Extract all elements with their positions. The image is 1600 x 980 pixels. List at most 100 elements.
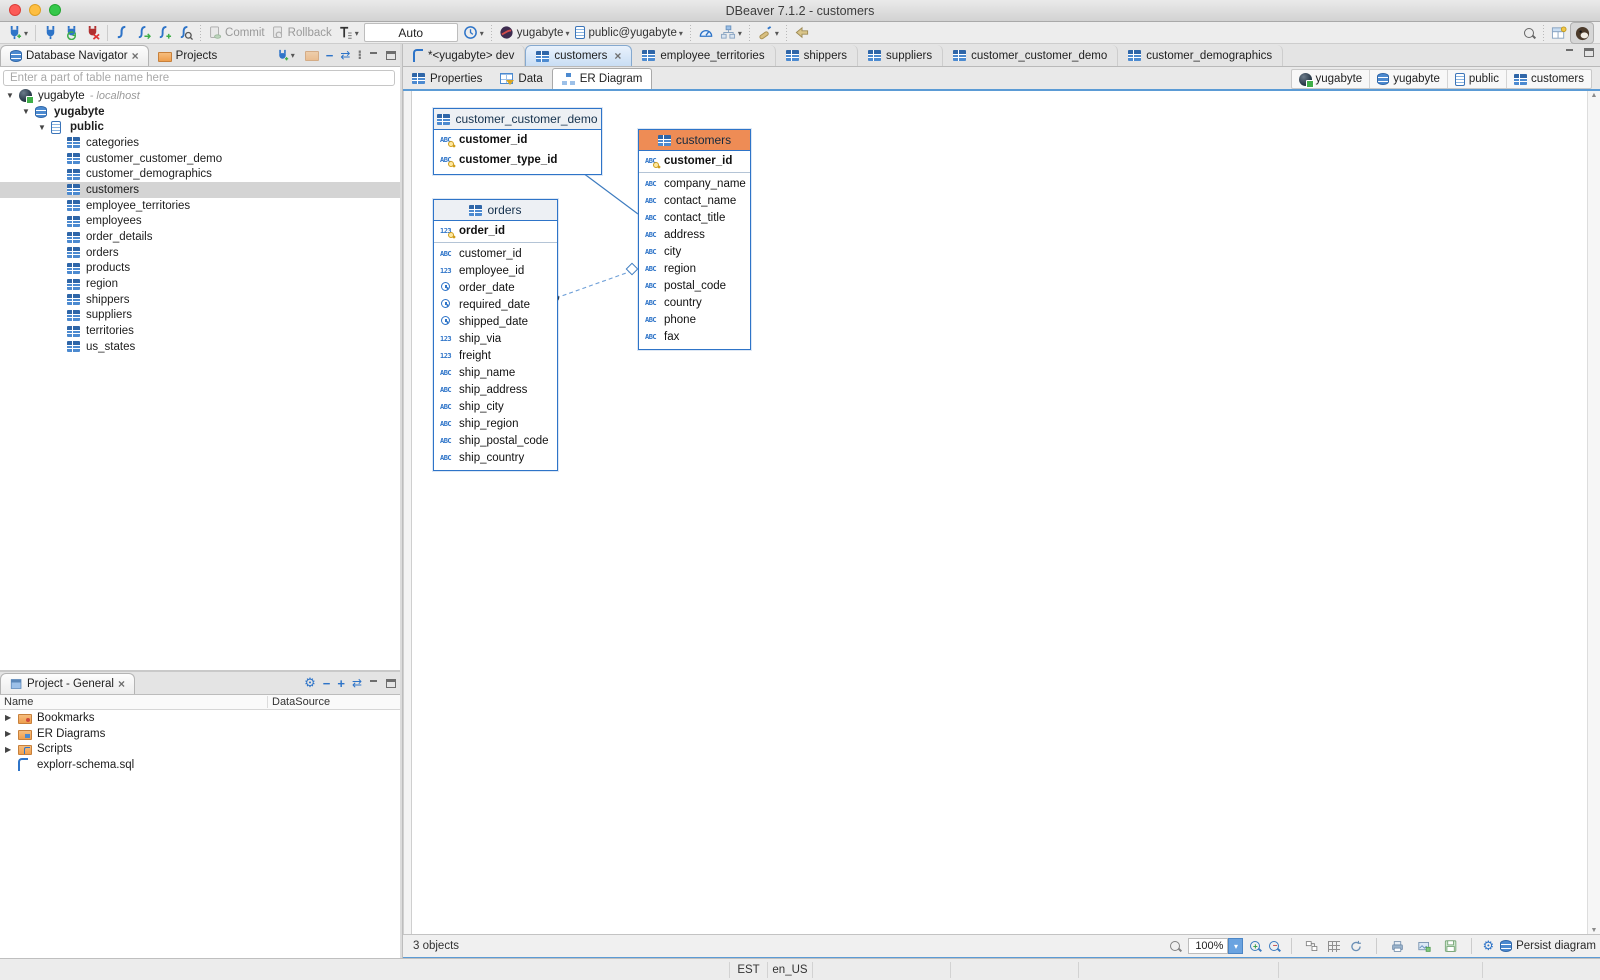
dropdown-caret[interactable] (565, 27, 569, 39)
dropdown-caret[interactable] (291, 49, 295, 61)
tab-database-navigator[interactable]: Database Navigator (0, 45, 149, 66)
tree-item[interactable]: ▼ yugabyte - localhost (0, 88, 400, 104)
editor-subtab[interactable]: Data (491, 68, 551, 89)
tree-item[interactable]: employee_territories (0, 198, 400, 214)
collapse-all-icon[interactable] (326, 48, 334, 63)
link-with-editor-icon[interactable] (352, 676, 362, 690)
export-diagram-image-button[interactable] (1414, 936, 1435, 956)
entity-field[interactable]: postal_code (639, 277, 750, 294)
entity-field[interactable]: country (639, 294, 750, 311)
persist-diagram-button[interactable]: Persist diagram (1500, 940, 1596, 952)
project-item[interactable]: ▶ Bookmarks (0, 710, 400, 726)
breadcrumb-item[interactable]: customers (1506, 70, 1591, 88)
entity-field[interactable]: customer_id (434, 242, 557, 262)
breadcrumb-item[interactable]: yugabyte (1369, 70, 1447, 88)
tree-item[interactable]: products (0, 261, 400, 277)
commit-mode-combo[interactable]: Auto (364, 23, 458, 42)
zoom-window-button[interactable] (49, 4, 61, 16)
expand-arrow[interactable]: ▶ (5, 729, 18, 738)
dropdown-caret[interactable] (679, 27, 683, 39)
editor-tab[interactable]: shippers (776, 45, 858, 66)
editor-tab[interactable]: employee_territories (632, 45, 775, 66)
close-icon[interactable] (132, 49, 139, 63)
entity-field[interactable]: city (639, 243, 750, 260)
expand-arrow[interactable]: ▶ (5, 713, 18, 722)
recent-sql-editor-button[interactable] (133, 23, 154, 43)
tree-item[interactable]: shippers (0, 292, 400, 308)
transaction-mode-button[interactable] (460, 23, 487, 43)
entity-field[interactable]: required_date (434, 296, 557, 313)
project-item[interactable]: explorr-schema.sql (0, 757, 400, 773)
expand-arrow[interactable]: ▼ (6, 91, 19, 100)
refresh-diagram-button[interactable] (1346, 936, 1366, 956)
new-folder-icon[interactable] (305, 51, 319, 61)
entity-field[interactable]: ship_postal_code (434, 432, 557, 449)
entity-field[interactable]: phone (639, 311, 750, 328)
entity-header[interactable]: customer_customer_demo (434, 109, 601, 130)
project-item[interactable]: ▶ ER Diagrams (0, 726, 400, 742)
tree-item[interactable]: territories (0, 323, 400, 339)
minimize-panel-icon[interactable] (369, 679, 379, 688)
column-name[interactable]: Name (0, 696, 268, 708)
entity-field[interactable]: region (639, 260, 750, 277)
entity-field[interactable]: freight (434, 347, 557, 364)
dbeaver-menu-button[interactable] (1570, 22, 1594, 44)
sql-format-button[interactable] (754, 23, 782, 43)
entity-field[interactable]: customer_type_id (434, 150, 601, 170)
entity-field[interactable]: ship_city (434, 398, 557, 415)
tree-item[interactable]: us_states (0, 339, 400, 355)
breadcrumb-item[interactable]: yugabyte (1292, 70, 1370, 88)
entity-field[interactable]: contact_title (639, 209, 750, 226)
entity-field[interactable]: ship_name (434, 364, 557, 381)
reconnect-button[interactable] (61, 23, 82, 43)
close-window-button[interactable] (9, 4, 21, 16)
minimize-panel-icon[interactable] (369, 51, 379, 60)
maximize-editor-icon[interactable] (1584, 48, 1594, 57)
editor-subtab[interactable]: Properties (403, 68, 491, 89)
maximize-panel-icon[interactable] (386, 51, 396, 60)
scroll-up-arrow[interactable]: ▲ (1591, 92, 1598, 99)
connect-button[interactable] (40, 23, 61, 43)
rollback-button[interactable]: Rollback (268, 23, 335, 43)
dropdown-caret[interactable] (738, 27, 742, 39)
active-connection-selector[interactable]: yugabyte (496, 23, 573, 43)
breadcrumb-item[interactable]: public (1447, 70, 1506, 88)
close-tab-icon[interactable] (614, 49, 621, 63)
entity-customers[interactable]: customers customer_id company_name (638, 129, 751, 350)
tree-item[interactable]: customers (0, 182, 400, 198)
expand-arrow[interactable]: ▼ (38, 123, 51, 132)
minimize-editor-icon[interactable] (1565, 48, 1575, 57)
save-diagram-button[interactable] (1441, 936, 1461, 956)
entity-field[interactable]: shipped_date (434, 313, 557, 330)
sql-editor-button[interactable] (112, 23, 133, 43)
dropdown-caret[interactable] (24, 27, 28, 39)
editor-tab[interactable]: customers (525, 45, 632, 66)
print-diagram-button[interactable] (1387, 936, 1408, 956)
maximize-panel-icon[interactable] (386, 679, 396, 688)
back-navigation-button[interactable] (791, 23, 813, 43)
entity-field[interactable]: customer_id (639, 151, 750, 171)
scroll-down-arrow[interactable]: ▼ (1591, 927, 1598, 934)
editor-tab[interactable]: customer_customer_demo (943, 45, 1118, 66)
dropdown-caret[interactable] (355, 27, 359, 39)
table-filter-input[interactable] (3, 70, 395, 86)
entity-field[interactable]: customer_id (434, 130, 601, 150)
zoom-in-icon[interactable]: + (1249, 940, 1262, 953)
tree-item[interactable]: customer_demographics (0, 166, 400, 182)
tree-item[interactable]: ▼ yugabyte (0, 104, 400, 120)
commit-button[interactable]: Commit (205, 23, 268, 43)
tree-item[interactable]: region (0, 276, 400, 292)
diagram-settings-gear-icon[interactable] (1482, 939, 1494, 953)
er-diagram-canvas[interactable]: customer_customer_demo customer_id custo… (403, 91, 1600, 935)
column-datasource[interactable]: DataSource (268, 696, 330, 708)
entity-header[interactable]: customers (639, 130, 750, 151)
tree-item[interactable]: order_details (0, 229, 400, 245)
entity-field[interactable]: ship_via (434, 330, 557, 347)
minimize-window-button[interactable] (29, 4, 41, 16)
disconnect-button[interactable] (82, 23, 103, 43)
tree-item[interactable]: orders (0, 245, 400, 261)
open-sql-script-button[interactable] (175, 23, 196, 43)
tree-item[interactable]: suppliers (0, 308, 400, 324)
tab-project-general[interactable]: Project - General (0, 673, 135, 694)
entity-customer-customer-demo[interactable]: customer_customer_demo customer_id custo… (433, 108, 602, 175)
